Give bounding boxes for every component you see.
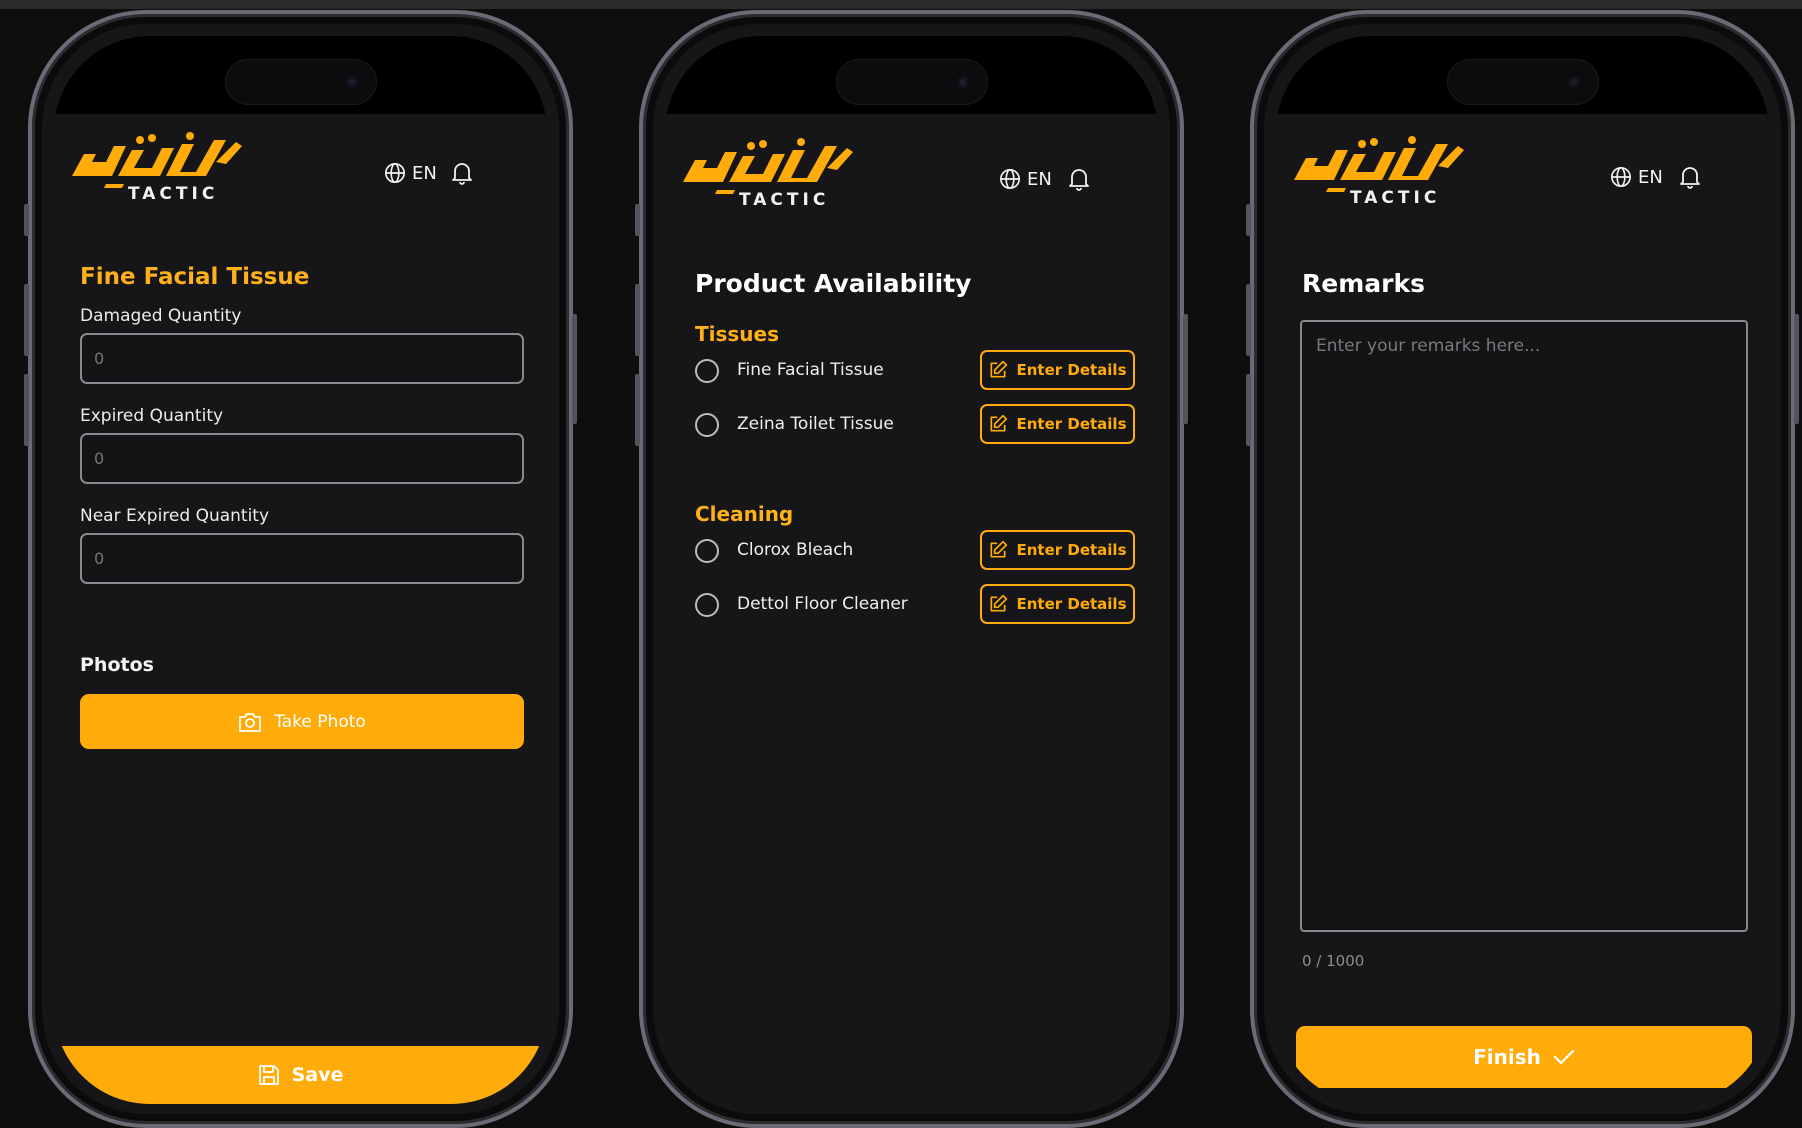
brand-wordmark: TACTIC xyxy=(128,184,219,204)
brand-logo: TACTIC xyxy=(66,132,244,204)
screen: TACTIC EN Fine Facial Tissue Damaged Qua… xyxy=(54,36,547,1104)
enter-details-button[interactable]: Enter Details xyxy=(980,350,1135,390)
product-radio[interactable] xyxy=(695,593,719,617)
list-item: Dettol Floor Cleaner Enter Details xyxy=(695,584,1135,626)
enter-details-label: Enter Details xyxy=(1016,361,1127,379)
globe-icon xyxy=(1000,169,1020,189)
enter-details-label: Enter Details xyxy=(1016,595,1127,613)
enter-details-label: Enter Details xyxy=(1016,541,1127,559)
screen: TACTIC EN Remarks 0 / 1000 Finish xyxy=(1276,36,1769,1104)
enter-details-button[interactable]: Enter Details xyxy=(980,584,1135,624)
globe-icon xyxy=(1611,167,1631,187)
list-item: Clorox Bleach Enter Details xyxy=(695,530,1135,572)
finish-button[interactable]: Finish xyxy=(1296,1026,1752,1088)
character-counter: 0 / 1000 xyxy=(1302,952,1365,970)
app-screen-product-availability: TACTIC EN Product Availability Tissues F… xyxy=(665,114,1158,1104)
dynamic-island xyxy=(836,60,987,104)
language-selector[interactable]: EN xyxy=(1610,166,1663,188)
expired-quantity-label: Expired Quantity xyxy=(80,406,224,426)
dynamic-island xyxy=(1447,60,1598,104)
language-label: EN xyxy=(1027,168,1052,190)
edit-icon xyxy=(990,414,1008,432)
edit-icon xyxy=(990,360,1008,378)
remarks-textarea[interactable] xyxy=(1300,320,1748,932)
product-radio[interactable] xyxy=(695,539,719,563)
enter-details-button[interactable]: Enter Details xyxy=(980,404,1135,444)
top-bar xyxy=(0,0,1802,9)
language-label: EN xyxy=(1638,166,1663,188)
expired-quantity-input[interactable] xyxy=(80,433,524,484)
take-photo-button[interactable]: Take Photo xyxy=(80,694,524,749)
bell-icon[interactable] xyxy=(1067,166,1091,192)
phone-frame-remarks: TACTIC EN Remarks 0 / 1000 Finish xyxy=(1246,10,1799,1128)
save-label: Save xyxy=(291,1064,344,1086)
logo-mark-icon xyxy=(72,132,242,188)
globe-icon xyxy=(385,163,405,183)
phone-frame-product-availability: TACTIC EN Product Availability Tissues F… xyxy=(635,10,1188,1128)
enter-details-label: Enter Details xyxy=(1016,415,1127,433)
floppy-disk-icon xyxy=(258,1065,279,1085)
product-name: Fine Facial Tissue xyxy=(737,360,884,380)
damaged-quantity-input[interactable] xyxy=(80,333,524,384)
product-name: Zeina Toilet Tissue xyxy=(737,414,894,434)
save-button[interactable]: Save xyxy=(54,1046,547,1104)
logo-mark-icon xyxy=(1294,136,1464,192)
damaged-quantity-label: Damaged Quantity xyxy=(80,306,242,326)
page-title: Product Availability xyxy=(695,269,972,298)
edit-icon xyxy=(990,540,1008,558)
language-label: EN xyxy=(412,162,437,184)
bell-icon[interactable] xyxy=(1678,164,1702,190)
language-selector[interactable]: EN xyxy=(384,162,437,184)
take-photo-label: Take Photo xyxy=(274,711,366,732)
screen: TACTIC EN Product Availability Tissues F… xyxy=(665,36,1158,1104)
finish-label: Finish xyxy=(1473,1045,1541,1069)
checkmark-icon xyxy=(1553,1049,1574,1065)
edit-icon xyxy=(990,594,1008,612)
brand-logo: TACTIC xyxy=(1288,136,1466,208)
brand-wordmark: TACTIC xyxy=(1350,188,1441,208)
dynamic-island xyxy=(225,60,376,104)
product-radio[interactable] xyxy=(695,413,719,437)
brand-wordmark: TACTIC xyxy=(739,190,830,210)
product-name: Clorox Bleach xyxy=(737,540,854,560)
product-radio[interactable] xyxy=(695,359,719,383)
brand-logo: TACTIC xyxy=(677,138,855,210)
app-screen-damage-form: TACTIC EN Fine Facial Tissue Damaged Qua… xyxy=(54,114,547,1104)
near-expired-quantity-input[interactable] xyxy=(80,533,524,584)
list-item: Fine Facial Tissue Enter Details xyxy=(695,350,1135,392)
logo-mark-icon xyxy=(683,138,853,194)
app-screen-remarks: TACTIC EN Remarks 0 / 1000 Finish xyxy=(1276,114,1769,1104)
product-name: Dettol Floor Cleaner xyxy=(737,594,908,614)
category-title-tissues: Tissues xyxy=(695,322,780,346)
page-title: Fine Facial Tissue xyxy=(80,264,310,290)
near-expired-quantity-label: Near Expired Quantity xyxy=(80,506,270,526)
bell-icon[interactable] xyxy=(450,160,474,186)
photos-heading: Photos xyxy=(80,654,154,676)
enter-details-button[interactable]: Enter Details xyxy=(980,530,1135,570)
page-title: Remarks xyxy=(1302,269,1425,298)
phone-frame-damage-form: TACTIC EN Fine Facial Tissue Damaged Qua… xyxy=(24,10,577,1128)
category-title-cleaning: Cleaning xyxy=(695,502,794,526)
camera-icon xyxy=(239,712,262,732)
list-item: Zeina Toilet Tissue Enter Details xyxy=(695,404,1135,446)
language-selector[interactable]: EN xyxy=(999,168,1052,190)
